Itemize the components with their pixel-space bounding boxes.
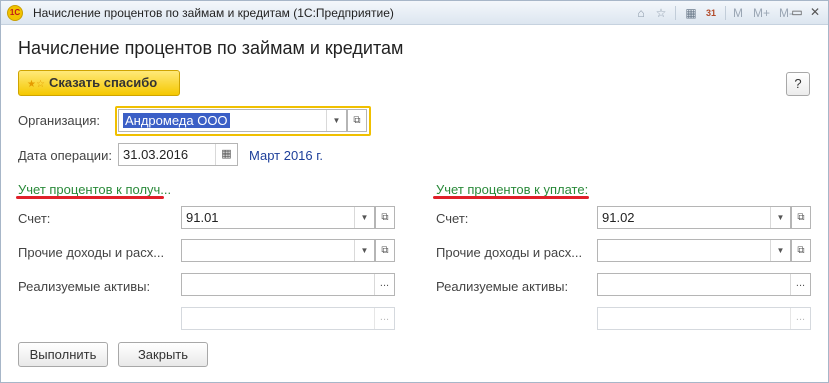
stars-icon: ★☆ [27,79,45,90]
left-assets-input[interactable]: ... [181,273,395,296]
left-account-open-button[interactable]: ⧉ [375,206,395,229]
underline-payable [433,196,589,199]
calendar-picker-icon[interactable]: ▦ [215,144,237,165]
title-bar: 1С Начисление процентов по займам и кред… [1,1,828,25]
chevron-down-icon[interactable]: ▼ [354,207,374,228]
chevron-down-icon[interactable]: ▼ [770,240,790,261]
organization-open-button[interactable]: ⧉ [347,109,367,132]
left-other-label: Прочие доходы и расх... [18,245,165,260]
memory-plus-button[interactable]: M+ [753,6,770,20]
left-account-label: Счет: [18,211,51,226]
right-account-value: 91.02 [602,210,635,225]
close-icon[interactable]: ✕ [807,5,823,21]
restore-icon[interactable]: ▭ [789,5,805,21]
open-window-icon: ⧉ [797,212,805,223]
organization-value: Андромеда ООО [123,113,230,128]
date-value: 31.03.2016 [123,147,189,162]
say-thanks-button[interactable]: ★☆ Сказать спасибо [18,70,180,96]
date-input[interactable]: 31.03.2016 ▦ [118,143,238,166]
underline-receivable [16,196,164,199]
left-assets-label: Реализуемые активы: [18,279,151,294]
app-window: 1С Начисление процентов по займам и кред… [0,0,829,383]
app-logo-icon: 1С [7,5,23,21]
period-link[interactable]: Март 2016 г. [249,148,323,163]
execute-button[interactable]: Выполнить [18,342,108,367]
right-other-input[interactable]: ▼ [597,239,791,262]
section-title-receivable: Учет процентов к получ... [18,182,172,197]
open-window-icon: ⧉ [381,245,389,256]
open-window-icon: ⧉ [353,115,361,126]
home-icon[interactable]: ⌂ [633,5,649,21]
help-button[interactable]: ? [786,72,810,96]
left-other-input[interactable]: ▼ [181,239,375,262]
section-title-payable: Учет процентов к уплате: [436,182,589,197]
right-other-label: Прочие доходы и расх... [436,245,583,260]
right-assets-label: Реализуемые активы: [436,279,569,294]
window-title: Начисление процентов по займам и кредита… [33,6,394,20]
chevron-down-icon[interactable]: ▼ [770,207,790,228]
left-account-input[interactable]: 91.01 ▼ [181,206,375,229]
open-window-icon: ⧉ [797,245,805,256]
select-dots-icon: ... [790,308,810,329]
say-thanks-label: Сказать спасибо [48,75,158,90]
right-account-input[interactable]: 91.02 ▼ [597,206,791,229]
chevron-down-icon[interactable]: ▼ [326,110,346,131]
chevron-down-icon[interactable]: ▼ [354,240,374,261]
page-title: Начисление процентов по займам и кредита… [18,38,404,58]
left-extra-input: ... [181,307,395,330]
star-icon[interactable]: ☆ [653,5,669,21]
left-account-value: 91.01 [186,210,219,225]
memory-button[interactable]: M [733,6,743,20]
left-other-open-button[interactable]: ⧉ [375,239,395,262]
right-account-open-button[interactable]: ⧉ [791,206,811,229]
open-window-icon: ⧉ [381,212,389,223]
right-account-label: Счет: [436,211,469,226]
organization-input[interactable]: Андромеда ООО ▼ [118,109,347,132]
right-assets-input[interactable]: ... [597,273,811,296]
calendar-icon[interactable]: 31 [703,5,719,21]
select-dots-icon[interactable]: ... [374,274,394,295]
right-extra-input: ... [597,307,811,330]
select-dots-icon: ... [374,308,394,329]
date-label: Дата операции: [18,148,112,163]
right-other-open-button[interactable]: ⧉ [791,239,811,262]
calculator-icon[interactable]: ▦ [683,5,699,21]
close-button[interactable]: Закрыть [118,342,208,367]
select-dots-icon[interactable]: ... [790,274,810,295]
organization-label: Организация: [18,113,101,128]
